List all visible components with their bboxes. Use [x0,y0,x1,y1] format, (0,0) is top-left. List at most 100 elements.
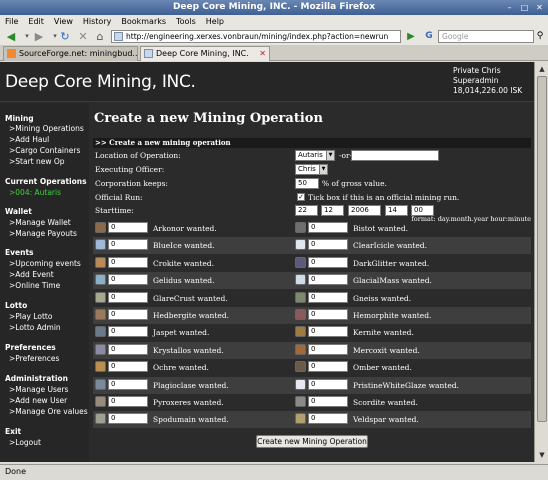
menu-help[interactable]: Help [206,17,224,26]
sidebar-item-manage-payouts[interactable]: >Manage Payouts [9,229,77,238]
start-month-input[interactable]: 12 [321,205,344,216]
ore-icon [95,274,106,286]
sidebar-item-play-lotto[interactable]: >Play Lotto [9,312,52,321]
ore-quantity-input[interactable]: 0 [108,378,148,390]
tab-sourceforge[interactable]: SourceForge.net: miningbud... [3,46,138,61]
ore-quantity-input[interactable]: 0 [308,361,348,373]
ore-quantity-input[interactable]: 0 [308,343,348,355]
maximize-icon[interactable]: □ [519,2,530,13]
sidebar-item-add-event[interactable]: >Add Event [9,270,54,279]
create-operation-button[interactable]: Create new Mining Operation [256,435,368,448]
ore-quantity-input[interactable]: 0 [308,291,348,303]
ore-item: 0 Gelidus wanted. [93,274,312,288]
search-input[interactable]: Google [438,30,534,43]
ore-quantity-input[interactable]: 0 [308,326,348,338]
home-icon[interactable]: ⌂ [92,29,108,44]
sidebar-item-mining-operations[interactable]: >Mining Operations [9,124,84,133]
ore-row: 0 Arkonor wanted. 0 Bistot wanted. [93,220,531,237]
ore-quantity-input[interactable]: 0 [108,239,148,251]
location-custom-input[interactable] [351,150,439,161]
go-icon[interactable]: ▶ [404,30,418,43]
tab-close-icon[interactable]: ✕ [259,47,266,60]
ore-name: Jaspet wanted. [153,328,210,338]
menu-view[interactable]: View [54,17,73,26]
start-hour-input[interactable]: 14 [385,205,408,216]
sidebar-item-manage-users[interactable]: >Manage Users [9,385,68,394]
ore-quantity-input[interactable]: 0 [108,274,148,286]
sidebar-item-start-new-op[interactable]: >Start new Op [9,157,65,166]
sidebar-item-upcoming-events[interactable]: >Upcoming events [9,259,81,268]
tab-deep-core-mining[interactable]: Deep Core Mining, INC. ✕ [140,46,270,61]
location-select[interactable]: Autaris ▼ [295,150,335,161]
sidebar-item-current-op[interactable]: >004: Autaris [9,188,61,197]
ore-quantity-input[interactable]: 0 [108,256,148,268]
sidebar-item-logout[interactable]: >Logout [9,438,41,447]
location-row: Location of Operation: Autaris ▼ -or- [93,149,531,163]
ore-name: BlueIce wanted. [153,241,215,251]
sidebar-item-preferences[interactable]: >Preferences [9,354,59,363]
close-icon[interactable]: ✕ [534,2,545,13]
ore-quantity-input[interactable]: 0 [308,396,348,407]
official-checkbox[interactable]: ✓ [297,193,305,201]
sidebar-item-cargo-containers[interactable]: >Cargo Containers [9,146,80,155]
menu-history[interactable]: History [83,17,111,26]
ore-quantity-input[interactable]: 0 [308,256,348,268]
start-year-input[interactable]: 2006 [348,205,381,216]
ore-name: Scordite wanted. [353,398,418,407]
ore-quantity-input[interactable]: 0 [108,222,148,233]
sidebar-item-manage-ore-values[interactable]: >Manage Ore values [9,407,88,416]
ore-icon [95,291,106,303]
back-icon[interactable]: ◀ [3,29,19,44]
reload-icon[interactable]: ↻ [57,29,73,44]
menu-bookmarks[interactable]: Bookmarks [121,17,166,26]
ore-row: 0 BlueIce wanted. 0 ClearIcicle wanted. [93,237,531,255]
ore-quantity-input[interactable]: 0 [308,309,348,320]
ore-quantity-input[interactable]: 0 [108,361,148,373]
search-icon[interactable]: ⚲ [534,30,546,43]
ore-quantity-input[interactable]: 0 [308,239,348,251]
sidebar-item-add-new-user[interactable]: >Add new User [9,396,67,405]
scroll-down-icon[interactable]: ▼ [536,449,548,461]
forward-icon[interactable]: ▶ [31,29,47,44]
ore-quantity-input[interactable]: 0 [308,413,348,425]
ore-name: Hedbergite wanted. [153,311,229,320]
title-bar: Deep Core Mining, INC. - Mozilla Firefox… [0,0,548,15]
ore-item: 0 Jaspet wanted. [93,326,312,340]
ore-row: 0 Ochre wanted. 0 Omber wanted. [93,359,531,376]
scroll-up-icon[interactable]: ▲ [536,63,548,75]
ore-quantity-input[interactable]: 0 [108,343,148,355]
keeps-input[interactable]: 50 [295,178,319,189]
page-favicon-icon [114,32,123,41]
ore-icon [295,256,306,268]
search-engine-icon[interactable]: G [420,30,438,43]
ore-quantity-input[interactable]: 0 [108,291,148,303]
ore-icon [295,326,306,338]
sidebar-item-online-time[interactable]: >Online Time [9,281,60,290]
ore-quantity-input[interactable]: 0 [108,309,148,320]
vertical-scrollbar[interactable]: ▲ ▼ [534,62,548,462]
ore-icon [95,326,106,338]
menu-file[interactable]: File [5,17,18,26]
scrollbar-thumb[interactable] [537,76,547,422]
ore-quantity-input[interactable]: 0 [308,378,348,390]
ore-item: 0 Kernite wanted. [293,326,512,340]
sidebar-item-add-haul[interactable]: >Add Haul [9,135,49,144]
minimize-icon[interactable]: – [504,2,515,13]
ore-quantity-input[interactable]: 0 [108,326,148,338]
start-day-input[interactable]: 22 [295,205,318,216]
ore-name: Mercoxit wanted. [353,345,420,355]
menu-tools[interactable]: Tools [176,17,196,26]
address-bar[interactable]: http://engineering.xerxes.vonbraun/minin… [111,30,401,43]
ore-quantity-input[interactable]: 0 [308,222,348,233]
ore-item: 0 GlareCrust wanted. [93,291,312,306]
sidebar-item-manage-wallet[interactable]: >Manage Wallet [9,218,71,227]
ore-item: 0 BlueIce wanted. [93,239,312,253]
ore-quantity-input[interactable]: 0 [108,396,148,407]
ore-quantity-input[interactable]: 0 [108,413,148,425]
stop-icon[interactable]: ✕ [75,29,91,44]
officer-select[interactable]: Chris ▼ [295,164,328,175]
ore-quantity-input[interactable]: 0 [308,274,348,286]
ore-item: 0 Krystallos wanted. [93,343,312,358]
sidebar-item-lotto-admin[interactable]: >Lotto Admin [9,323,61,332]
menu-edit[interactable]: Edit [28,17,44,26]
